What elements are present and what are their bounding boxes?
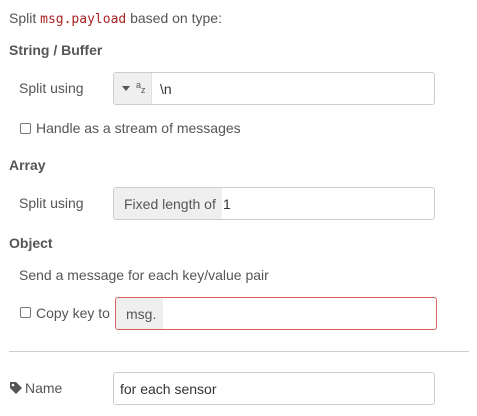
- string-section-title: String / Buffer: [9, 42, 103, 58]
- name-label: Name: [25, 380, 63, 396]
- array-split-label: Split using: [19, 195, 84, 211]
- string-split-value: \n: [160, 80, 172, 97]
- copy-key-label[interactable]: Copy key to: [36, 303, 110, 323]
- string-split-label: Split using: [19, 80, 84, 96]
- intro-text: Split msg.payload based on type:: [9, 10, 222, 27]
- array-split-value: 1: [223, 195, 231, 212]
- stream-checkbox[interactable]: [20, 123, 31, 134]
- fixed-length-prefix: Fixed length of: [114, 188, 222, 219]
- array-section-title: Array: [9, 157, 46, 173]
- string-split-input[interactable]: az \n: [113, 72, 435, 105]
- array-split-input[interactable]: Fixed length of 1: [113, 187, 435, 220]
- copy-key-input[interactable]: msg.: [115, 297, 437, 330]
- tag-icon: [10, 382, 22, 394]
- stream-label[interactable]: Handle as a stream of messages: [36, 118, 241, 138]
- az-string-icon: az: [136, 80, 146, 95]
- copy-key-checkbox[interactable]: [20, 307, 31, 318]
- object-description: Send a message for each key/value pair: [19, 267, 269, 283]
- name-input[interactable]: for each sensor: [113, 372, 435, 405]
- divider: [9, 351, 469, 352]
- object-section-title: Object: [9, 235, 53, 251]
- msg-prefix: msg.: [116, 298, 164, 329]
- string-type-selector[interactable]: az: [114, 73, 152, 104]
- chevron-down-icon: [122, 86, 130, 91]
- name-value: for each sensor: [120, 380, 217, 397]
- payload-code: msg.payload: [40, 12, 127, 27]
